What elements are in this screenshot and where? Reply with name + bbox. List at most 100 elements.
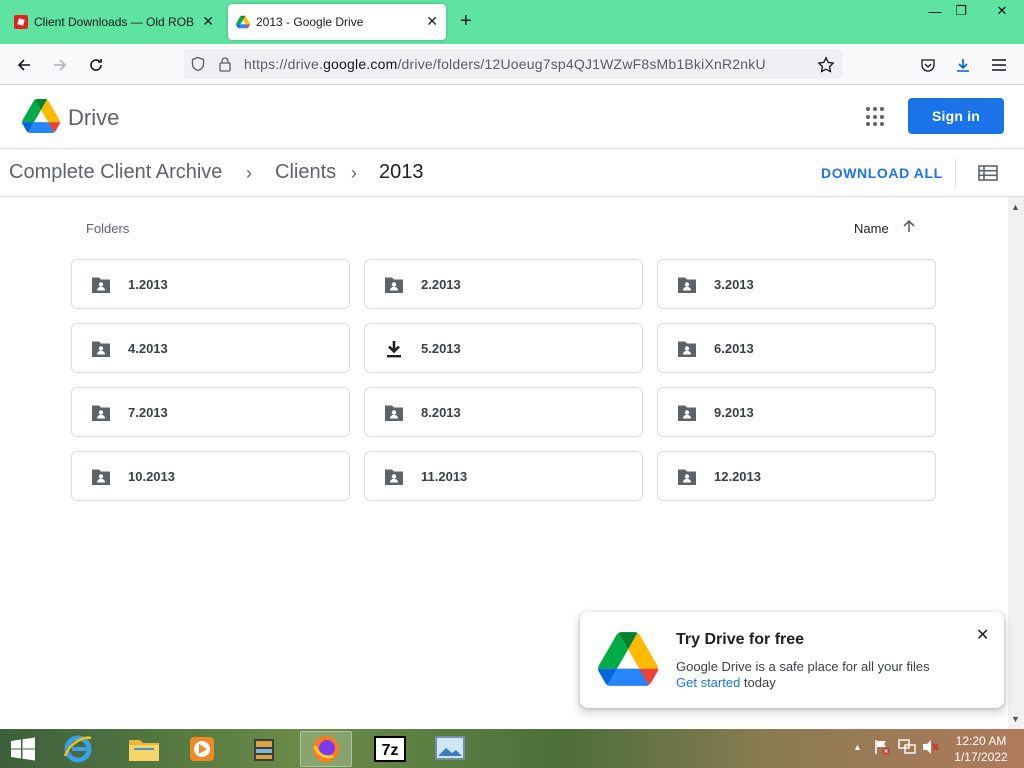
shared-folder-icon — [92, 341, 110, 357]
system-clock[interactable]: 12:20 AM 1/17/2022 — [946, 733, 1016, 765]
url-text[interactable]: https://drive.google.com/drive/folders/1… — [244, 56, 766, 72]
downloads-button[interactable] — [951, 53, 975, 77]
breadcrumb-item-complete-client-archive[interactable]: Complete Client Archive — [9, 161, 222, 184]
close-window-button[interactable]: ✕ — [980, 0, 1024, 22]
breadcrumb-item-clients[interactable]: Clients — [275, 161, 336, 184]
scroll-down-icon[interactable]: ▼ — [1011, 714, 1020, 724]
tab-title: Client Downloads — Old ROBLOX — [34, 15, 194, 29]
shared-folder-icon — [92, 277, 110, 293]
reload-button[interactable] — [84, 53, 108, 77]
drive-favicon-icon — [236, 15, 250, 29]
divider — [955, 159, 956, 187]
lock-icon[interactable] — [218, 56, 232, 72]
shared-folder-icon — [385, 405, 403, 421]
scroll-up-icon[interactable]: ▲ — [1011, 202, 1020, 212]
sort-by-name-button[interactable]: Name — [854, 221, 889, 236]
folder-item[interactable]: 9.2013 — [657, 387, 936, 437]
maximize-button[interactable]: ❐ — [944, 0, 978, 22]
app-name[interactable]: Drive — [68, 105, 119, 131]
folder-item[interactable]: 3.2013 — [657, 259, 936, 309]
back-button[interactable] — [12, 53, 36, 77]
google-apps-grid-icon[interactable] — [866, 107, 886, 127]
sign-in-button[interactable]: Sign in — [908, 98, 1004, 134]
breadcrumb-item-current: 2013 — [379, 161, 424, 183]
folder-item[interactable]: 7.2013 — [71, 387, 350, 437]
folder-item[interactable]: 10.2013 — [71, 451, 350, 501]
forward-button[interactable] — [48, 53, 72, 77]
folder-item[interactable]: 4.2013 — [71, 323, 350, 373]
volume-muted-icon[interactable] — [922, 739, 940, 755]
taskbar-media-player[interactable] — [176, 731, 228, 767]
get-started-link[interactable]: Get started — [676, 675, 740, 690]
folder-name: 7.2013 — [128, 405, 168, 420]
menu-button[interactable] — [987, 53, 1011, 77]
shared-folder-icon — [92, 469, 110, 485]
taskbar-image-viewer[interactable] — [424, 731, 476, 767]
chevron-right-icon: › — [246, 163, 252, 183]
address-bar[interactable]: https://drive.google.com/drive/folders/1… — [184, 49, 842, 79]
folder-item[interactable]: 1.2013 — [71, 259, 350, 309]
browser-nav-bar: https://drive.google.com/drive/folders/1… — [0, 44, 1024, 85]
list-view-icon[interactable] — [978, 164, 998, 182]
shared-folder-icon — [678, 469, 696, 485]
download-icon — [957, 59, 969, 72]
shared-folder-icon — [385, 469, 403, 485]
try-drive-promo-card: Try Drive for free Google Drive is a saf… — [580, 612, 1004, 708]
new-tab-button[interactable]: + — [460, 11, 472, 31]
close-promo-button[interactable]: ✕ — [976, 625, 989, 645]
folder-item[interactable]: 12.2013 — [657, 451, 936, 501]
tab-google-drive[interactable]: 2013 - Google Drive ✕ — [228, 4, 446, 40]
folder-item[interactable]: 8.2013 — [364, 387, 643, 437]
shared-folder-icon — [678, 341, 696, 357]
download-all-button[interactable]: DOWNLOAD ALL — [821, 165, 943, 181]
shared-folder-icon — [678, 405, 696, 421]
tab-client-downloads[interactable]: Client Downloads — Old ROBLOX ✕ — [6, 4, 222, 40]
folder-icon — [129, 740, 159, 761]
folder-item[interactable]: 6.2013 — [657, 323, 936, 373]
taskbar-file-explorer[interactable] — [118, 731, 170, 767]
page-scrollbar[interactable]: ▲ ▼ — [1008, 197, 1024, 729]
folder-name: 10.2013 — [128, 469, 175, 484]
chevron-right-icon: › — [351, 163, 357, 183]
archive-app-icon — [254, 739, 274, 761]
drive-header: Drive Sign in — [0, 85, 1024, 149]
tab-close-icon[interactable]: ✕ — [202, 14, 214, 28]
shield-icon[interactable] — [190, 56, 206, 72]
folder-name: 12.2013 — [714, 469, 761, 484]
download-icon — [387, 341, 401, 358]
bookmark-button[interactable] — [814, 53, 838, 77]
shared-folder-icon — [92, 405, 110, 421]
taskbar-7zip[interactable]: 7z — [364, 731, 416, 767]
shared-folder-icon — [678, 277, 696, 293]
clock-time: 12:20 AM — [955, 734, 1007, 748]
taskbar-internet-explorer[interactable] — [52, 731, 104, 767]
folder-item[interactable]: 2.2013 — [364, 259, 643, 309]
folder-item[interactable]: 5.2013 — [364, 323, 643, 373]
google-drive-logo-icon[interactable] — [22, 99, 60, 133]
taskbar-archive-app[interactable] — [238, 731, 290, 767]
roblox-favicon-icon — [14, 15, 28, 29]
folder-name: 11.2013 — [421, 469, 468, 484]
browser-tab-bar: Client Downloads — Old ROBLOX ✕ 2013 - G… — [0, 0, 1024, 44]
pocket-button[interactable] — [916, 53, 940, 77]
tab-title: 2013 - Google Drive — [256, 15, 364, 29]
internet-explorer-icon — [63, 735, 92, 763]
image-viewer-icon — [435, 736, 465, 760]
folder-name: 9.2013 — [714, 405, 754, 420]
action-center-flag-icon[interactable] — [874, 739, 890, 755]
star-icon — [817, 56, 835, 73]
show-hidden-icons-button[interactable]: ▲ — [853, 742, 862, 752]
section-label-folders: Folders — [86, 221, 130, 236]
folder-name: 8.2013 — [421, 405, 461, 420]
breadcrumb: Complete Client Archive › Clients › 2013… — [0, 149, 1024, 197]
folder-item[interactable]: 11.2013 — [364, 451, 643, 501]
folder-name: 2.2013 — [421, 277, 461, 292]
taskbar-firefox[interactable] — [300, 731, 352, 767]
tab-close-icon[interactable]: ✕ — [426, 14, 438, 28]
start-button[interactable] — [0, 731, 46, 767]
folder-name: 1.2013 — [128, 277, 168, 292]
arrow-up-icon[interactable] — [902, 219, 916, 233]
network-icon[interactable] — [898, 739, 916, 755]
folder-name: 3.2013 — [714, 277, 754, 292]
clock-date: 1/17/2022 — [954, 750, 1008, 764]
